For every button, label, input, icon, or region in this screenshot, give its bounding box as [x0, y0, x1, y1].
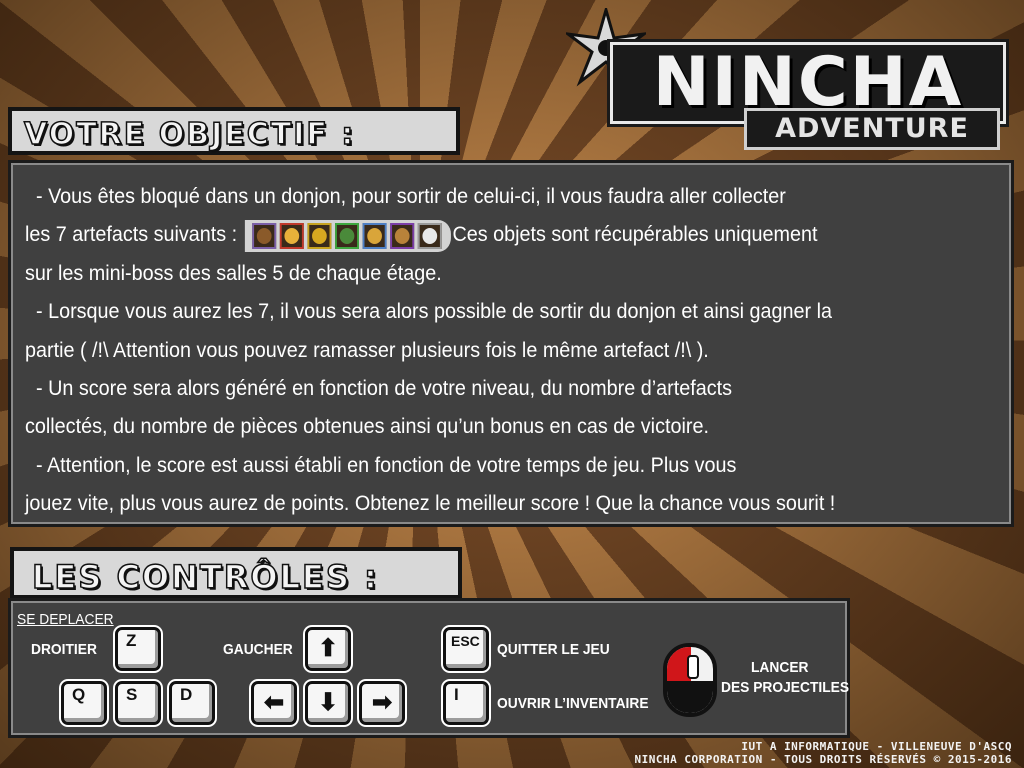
crest-icon — [362, 222, 387, 249]
objective-panel: - Vous êtes bloqué dans un donjon, pour … — [8, 160, 1014, 527]
controls-panel: SE DEPLACER DROITIER GAUCHER Z Q S D ⬆ ⬅… — [8, 598, 850, 738]
objective-line: - Un score sera alors généré en fonction… — [25, 369, 921, 407]
key-z: Z — [115, 627, 161, 671]
arrow-right-icon: ➡ — [359, 681, 405, 725]
arrow-up-icon: ⬆ — [305, 627, 351, 671]
teddy-bear-icon — [251, 222, 276, 249]
key-icon — [307, 222, 332, 249]
objective-line: jouez vite, plus vous aurez de points. O… — [25, 491, 836, 516]
objective-line: sur les mini-boss des salles 5 de chaque… — [25, 260, 442, 285]
key-esc: ESC — [443, 627, 489, 671]
key-d: D — [169, 681, 215, 725]
emblem-icon — [334, 222, 359, 249]
objective-line: - Lorsque vous aurez les 7, il vous sera… — [25, 292, 921, 330]
key-i: I — [443, 681, 489, 725]
objective-line-text: - Vous êtes bloqué dans un donjon, pour … — [35, 184, 786, 208]
lantern-icon — [279, 222, 304, 249]
mask-icon — [417, 222, 442, 249]
objective-line-text: - Lorsque vous aurez les 7, il vous sera… — [35, 299, 833, 324]
move-label: SE DEPLACER — [17, 611, 114, 628]
objective-line: - Attention, le score est aussi établi e… — [25, 446, 921, 484]
objective-line-text: les 7 artefacts suivants : — [25, 222, 238, 247]
rope-icon — [389, 222, 414, 249]
objective-line-text: - Attention, le score est aussi établi e… — [35, 452, 737, 477]
inventory-label: OUVRIR L’INVENTAIRE — [497, 695, 649, 712]
left-handed-label: GAUCHER — [223, 641, 293, 658]
objective-heading: VOTRE OBJECTIF : — [8, 107, 460, 155]
shoot-label-line1: LANCER — [751, 659, 809, 676]
quit-label: QUITTER LE JEU — [497, 641, 610, 658]
footer-line-1: IUT A INFORMATIQUE - VILLENEUVE D'ASCQ — [741, 740, 1012, 753]
logo-subtitle: ADVENTURE — [744, 108, 1000, 150]
footer-line-2: NINCHA CORPORATION - TOUS DROITS RÉSERVÉ… — [634, 753, 1012, 766]
objective-text: - Vous êtes bloqué dans un donjon, pour … — [25, 177, 921, 523]
objective-line: - Vous êtes bloqué dans un donjon, pour … — [25, 177, 921, 215]
objective-line: partie ( /!\ Attention vous pouvez ramas… — [25, 337, 709, 362]
arrow-down-icon: ⬇ — [305, 681, 351, 725]
objective-line: les 7 artefacts suivants : Ces objets so… — [25, 215, 921, 253]
objective-line-text: Ces objets sont récupérables uniquement — [452, 222, 818, 247]
footer-credits: IUT A INFORMATIQUE - VILLENEUVE D'ASCQ N… — [552, 740, 1012, 766]
mouse-left-click-icon — [663, 643, 717, 717]
key-q: Q — [61, 681, 107, 725]
game-logo: NINCHA ADVENTURE — [566, 8, 1006, 150]
key-s: S — [115, 681, 161, 725]
right-handed-label: DROITIER — [31, 641, 97, 658]
artefact-strip — [244, 219, 451, 252]
objective-line: collectés, du nombre de pièces obtenues … — [25, 414, 709, 439]
controls-heading: LES CONTRÔLES : — [10, 547, 462, 599]
objective-line-text: - Un score sera alors généré en fonction… — [35, 376, 732, 401]
shoot-label-line2: DES PROJECTILES — [721, 679, 850, 696]
arrow-left-icon: ⬅ — [251, 681, 297, 725]
